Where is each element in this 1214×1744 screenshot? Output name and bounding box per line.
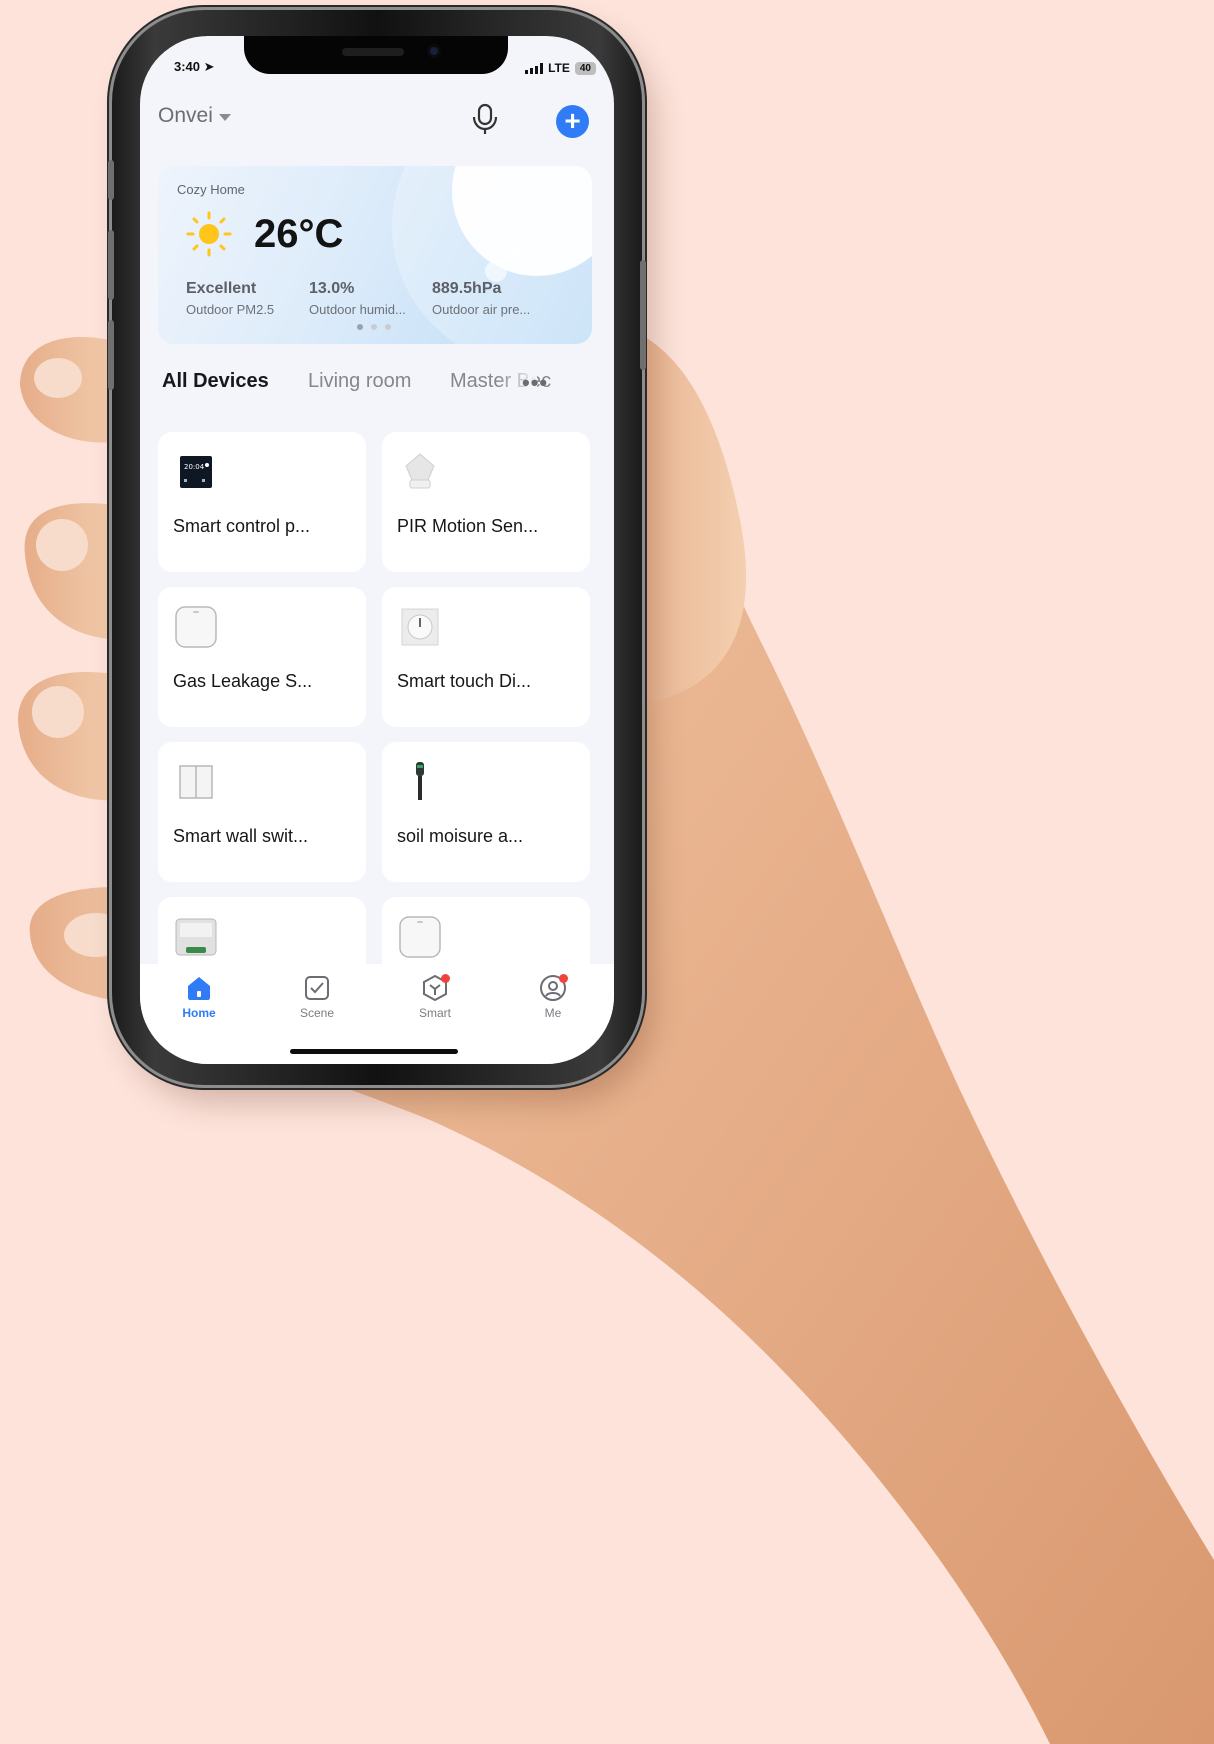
stat-label: Outdoor humid... bbox=[309, 302, 406, 317]
weather-pager[interactable] bbox=[357, 324, 391, 330]
add-device-button[interactable]: + bbox=[556, 105, 589, 138]
battery-icon: 40 bbox=[574, 61, 596, 75]
motion-sensor-icon bbox=[405, 453, 435, 489]
weather-stat-humidity: 13.0% Outdoor humid... bbox=[309, 280, 406, 317]
device-name: Smart touch Di... bbox=[397, 671, 532, 691]
home-name: Onvei bbox=[158, 104, 213, 127]
weather-stat-pm25: Excellent Outdoor PM2.5 bbox=[186, 280, 274, 317]
svg-text:20:04: 20:04 bbox=[184, 463, 205, 471]
pager-dot bbox=[371, 324, 377, 330]
weather-decoration bbox=[513, 249, 520, 256]
device-card[interactable]: PIR Motion Sen... bbox=[382, 432, 590, 572]
device-name: PIR Motion Sen... bbox=[397, 516, 539, 536]
tab-home[interactable]: Home bbox=[164, 974, 234, 1020]
stat-value: 13.0% bbox=[309, 280, 355, 297]
scene-icon bbox=[305, 976, 329, 1000]
tab-label: Home bbox=[182, 1006, 216, 1020]
device-name: Smart control p... bbox=[173, 516, 311, 536]
caret-down-icon bbox=[218, 113, 231, 121]
home-indicator[interactable] bbox=[290, 1049, 458, 1054]
device-card[interactable]: soil moisure a... bbox=[382, 742, 590, 882]
home-icon bbox=[188, 977, 210, 1000]
phone-frame: 3:40 ➤ LTE 40 Onvei + Cozy Home 26°C Exc… bbox=[108, 10, 646, 1085]
weather-location: Cozy Home bbox=[177, 182, 245, 197]
temperature: 26°C bbox=[254, 212, 344, 256]
speaker-grille bbox=[342, 48, 404, 56]
device-card[interactable]: 20:04 Smart control p... bbox=[158, 432, 366, 572]
dimmer-switch-icon bbox=[401, 608, 439, 646]
device-card[interactable]: Smart wall swit... bbox=[158, 742, 366, 882]
pager-dot bbox=[385, 324, 391, 330]
stat-value: Excellent bbox=[186, 280, 257, 297]
wall-switch-icon bbox=[179, 765, 213, 799]
notification-badge bbox=[441, 974, 450, 983]
device-name: soil moisure a... bbox=[397, 826, 524, 846]
device-card[interactable]: Smart touch Di... bbox=[382, 587, 590, 727]
power-button bbox=[640, 260, 646, 370]
status-time: 3:40 ➤ bbox=[174, 59, 215, 75]
location-arrow-icon: ➤ bbox=[203, 59, 215, 74]
gas-sensor-icon bbox=[175, 606, 217, 648]
status-time-text: 3:40 bbox=[174, 59, 201, 74]
tab-label: Smart bbox=[418, 1006, 451, 1020]
relay-module-icon bbox=[175, 918, 217, 956]
volume-down-button bbox=[108, 320, 114, 390]
tab-smart[interactable]: Smart bbox=[400, 974, 470, 1020]
device-name: Gas Leakage S... bbox=[173, 671, 313, 691]
pager-dot bbox=[357, 324, 363, 330]
sun-icon bbox=[186, 211, 232, 257]
tab-scene[interactable]: Scene bbox=[282, 974, 352, 1020]
notification-badge bbox=[559, 974, 568, 983]
more-rooms-icon[interactable]: ••• bbox=[522, 370, 548, 396]
network-type: LTE bbox=[548, 61, 570, 75]
volume-up-button bbox=[108, 230, 114, 300]
signal-icon bbox=[525, 62, 544, 74]
control-panel-icon: 20:04 bbox=[180, 456, 212, 488]
tab-all-devices[interactable]: All Devices bbox=[162, 370, 269, 393]
plus-icon: + bbox=[564, 105, 581, 136]
stat-label: Outdoor air pre... bbox=[432, 302, 531, 317]
tab-living-room[interactable]: Living room bbox=[308, 370, 411, 393]
weather-decoration bbox=[485, 260, 507, 282]
microphone-icon[interactable] bbox=[470, 102, 500, 136]
soil-sensor-icon bbox=[416, 762, 424, 800]
sensor-icon bbox=[399, 916, 441, 958]
room-tabs: All Devices Living room Master Bec ••• bbox=[162, 370, 602, 400]
status-indicators: LTE 40 bbox=[525, 61, 596, 75]
tab-label: Scene bbox=[299, 1006, 335, 1020]
tab-me[interactable]: Me bbox=[518, 974, 588, 1020]
stat-value: 889.5hPa bbox=[432, 280, 502, 297]
tab-label: Me bbox=[544, 1006, 562, 1020]
home-selector[interactable]: Onvei bbox=[158, 104, 231, 128]
device-name: Smart wall swit... bbox=[173, 826, 309, 846]
front-camera bbox=[427, 44, 441, 58]
app-screen: 3:40 ➤ LTE 40 Onvei + Cozy Home 26°C Exc… bbox=[140, 36, 614, 1064]
mute-switch bbox=[108, 160, 114, 200]
weather-stat-pressure: 889.5hPa Outdoor air pre... bbox=[432, 280, 530, 317]
weather-card[interactable]: Cozy Home 26°C Excellent Outdoor PM2.5 1… bbox=[158, 166, 592, 344]
stat-label: Outdoor PM2.5 bbox=[186, 302, 275, 317]
device-card[interactable]: Gas Leakage S... bbox=[158, 587, 366, 727]
notch bbox=[244, 36, 508, 74]
